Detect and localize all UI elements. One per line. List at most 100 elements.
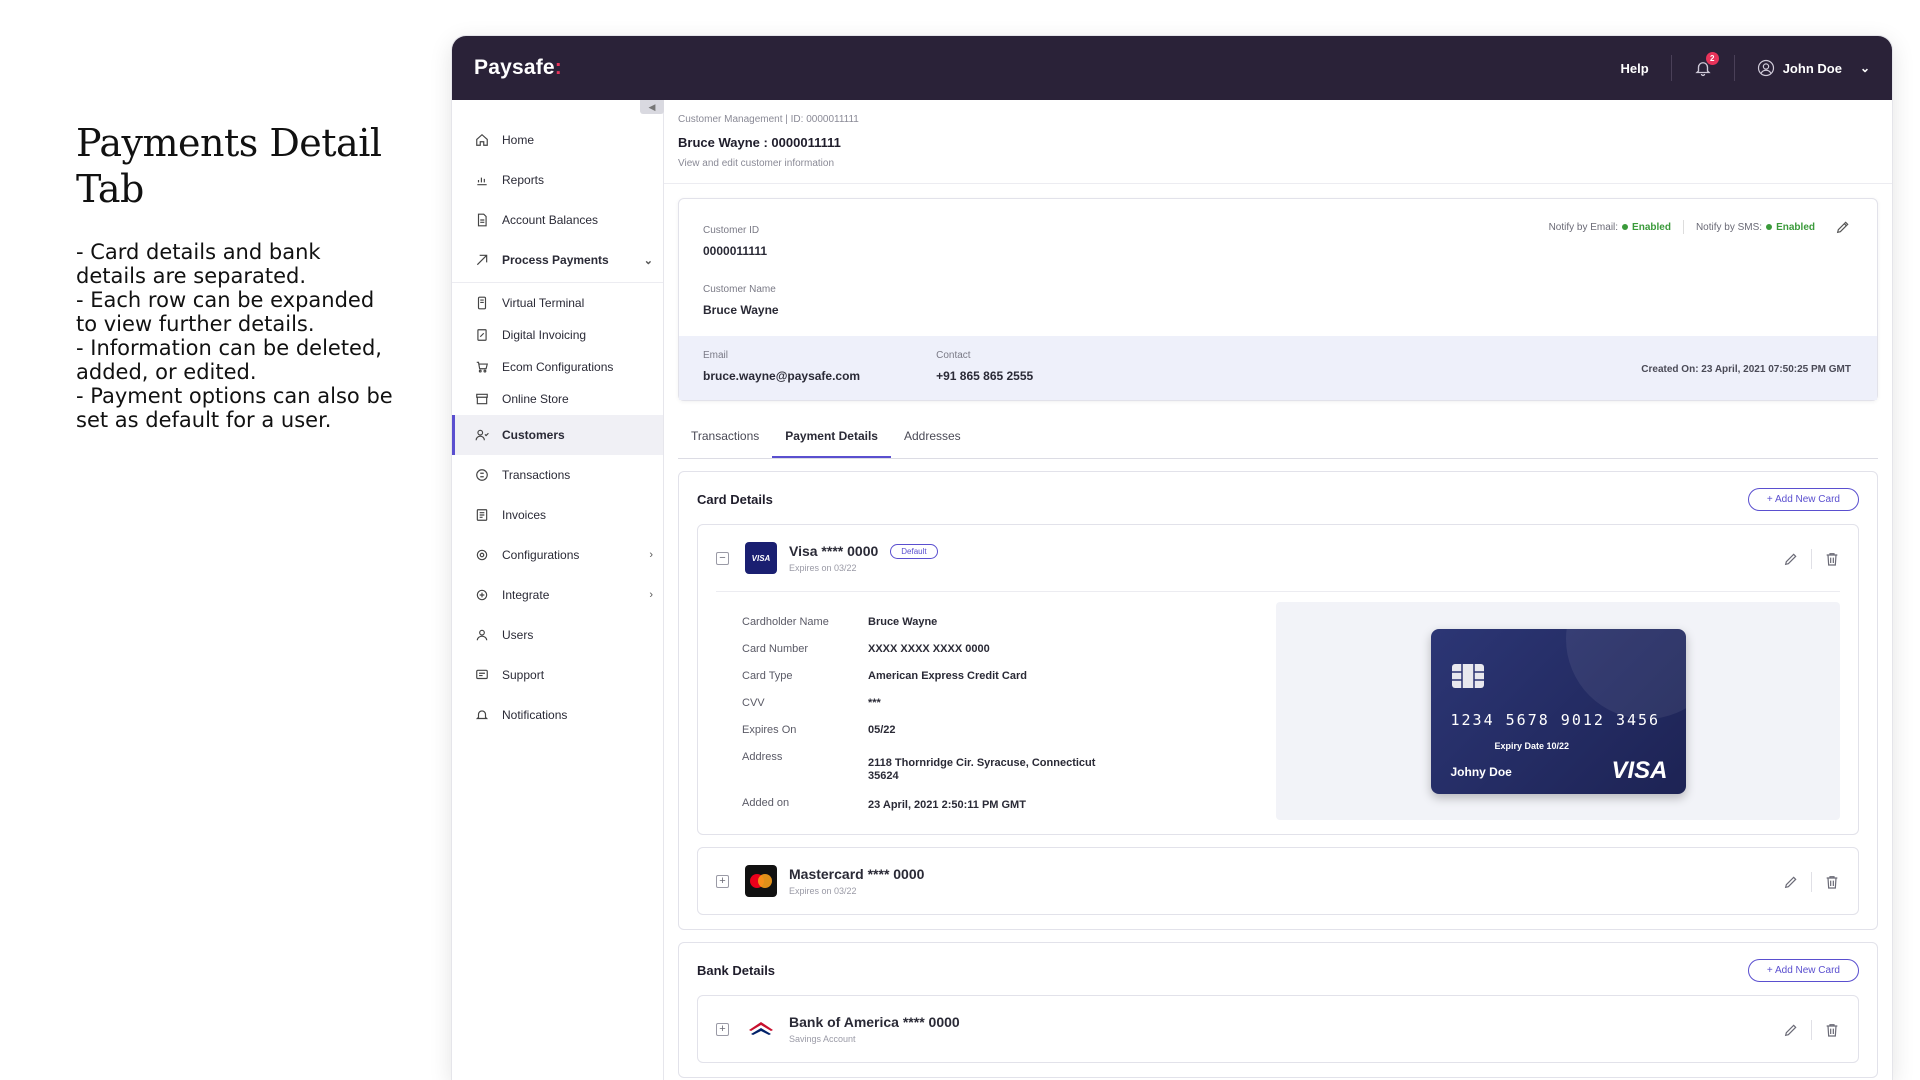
sidebar-item-account-balances[interactable]: Account Balances [452,200,663,240]
default-badge[interactable]: Default [890,543,938,559]
customer-name-label: Customer Name [703,284,776,295]
bell-icon [474,707,490,723]
sidebar-item-users[interactable]: Users [452,615,663,655]
collapse-row-toggle[interactable]: − [716,551,729,565]
add-new-bank-button[interactable]: + Add New Card [1747,958,1859,982]
card-expiry: Expires on 03/22 [789,886,857,896]
mastercard-logo-icon [745,865,777,897]
contact-value: +91 865 865 2555 [936,369,1034,383]
help-link[interactable]: Help [1599,61,1671,76]
sidebar-item-configurations[interactable]: Configurations › [452,535,663,575]
sidebar-item-digital-invoicing[interactable]: Digital Invoicing [452,319,663,351]
credit-card-image: 1234 5678 9012 3456 Expiry Date 10/22 Jo… [1430,628,1686,794]
sidebar-item-home[interactable]: Home [452,120,663,160]
gear-icon [474,547,490,563]
annotation-title: Payments Detail Tab [76,121,382,211]
sidebar-item-invoices[interactable]: Invoices [452,495,663,535]
document-icon [474,212,490,228]
page-subtitle: View and edit customer information [678,158,835,169]
sidebar: ◀ Home Reports Account Balances Process … [452,100,664,1080]
users-icon [474,627,490,643]
annotation-body: - Card details and bank details are sepa… [76,240,396,432]
edit-icon[interactable] [1783,874,1799,890]
bank-name: Bank of America **** 0000 [789,1014,960,1030]
customer-info-card: Customer ID 0000011111 Customer Name Bru… [678,198,1878,401]
sidebar-item-notifications[interactable]: Notifications [452,695,663,735]
customer-name-value: Bruce Wayne [703,303,779,317]
annotation-line: - Payment options can also be set as def… [76,384,393,432]
main-content: Customer Management | ID: 0000011111 Bru… [664,100,1892,1080]
bank-of-america-logo-icon [745,1013,777,1045]
add-new-card-button[interactable]: + Add New Card [1747,487,1859,511]
sidebar-collapse-button[interactable]: ◀ [640,100,664,114]
annotation-line: - Each row can be expanded to view furth… [76,288,375,336]
integrate-icon [474,587,490,603]
delete-icon[interactable] [1824,1022,1840,1038]
card-holder-name: Johny Doe [1450,764,1512,779]
sidebar-item-online-store[interactable]: Online Store [452,383,663,415]
card-chip-icon [1451,663,1484,688]
status-dot [1766,223,1773,230]
created-on: Created On: 23 April, 2021 07:50:25 PM G… [1641,364,1851,375]
user-name: John Doe [1782,60,1842,76]
payment-icon [474,252,490,268]
chevron-down-icon: ⌄ [643,254,653,267]
email-label: Email [703,350,729,361]
sidebar-item-process-payments[interactable]: Process Payments ⌄ [452,240,663,280]
bank-account-type: Savings Account [789,1034,856,1044]
card-details-expanded: Cardholder Name Bruce Wayne Card Number XX… [716,591,1840,834]
expand-row-toggle[interactable]: + [716,1022,729,1036]
tab-payment-details[interactable]: Payment Details [772,423,891,458]
customer-id-value: 0000011111 [703,244,768,258]
notifications-button[interactable]: 2 [1672,52,1734,77]
sidebar-item-integrate[interactable]: Integrate › [452,575,663,615]
chevron-right-icon: › [649,549,653,561]
home-icon [474,132,490,148]
sidebar-item-support[interactable]: Support [452,655,663,695]
chevron-right-icon: › [649,589,653,601]
notification-settings: Notify by Email: Enabled Notify by SMS: … [1549,219,1851,235]
top-bar: Paysafe: Help 2 John Doe ⌄ [452,36,1892,100]
invoices-icon [474,507,490,523]
card-row-visa: − VISA Visa **** 0000 Default Expires on… [697,524,1859,835]
tab-transactions[interactable]: Transactions [678,423,772,458]
annotation-line: - Information can be deleted, added, or … [76,336,382,384]
notify-sms-status: Enabled [1776,221,1815,233]
customers-icon [474,427,490,443]
paysafe-logo[interactable]: Paysafe: [474,56,562,80]
annotation-line: - Card details and bank details are sepa… [76,240,321,288]
support-icon [474,667,490,683]
app-window: Paysafe: Help 2 John Doe ⌄ ◀ Home Report… [452,36,1892,1080]
sidebar-item-ecom-configurations[interactable]: Ecom Configurations [452,351,663,383]
sidebar-item-transactions[interactable]: Transactions [452,455,663,495]
edit-icon[interactable] [1783,551,1799,567]
cart-icon [474,359,490,375]
card-name: Mastercard **** 0000 [789,866,925,882]
expand-row-toggle[interactable]: + [716,874,729,888]
user-menu[interactable]: John Doe ⌄ [1735,59,1870,77]
edit-customer-icon[interactable] [1835,219,1851,235]
bank-row: + Bank of America **** 0000 Savings Acco… [697,995,1859,1063]
card-expiry: Expires on 03/22 [789,563,857,573]
edit-icon[interactable] [1783,1022,1799,1038]
user-icon [1757,59,1774,77]
contact-label: Contact [936,350,971,361]
sidebar-item-virtual-terminal[interactable]: Virtual Terminal [452,287,663,319]
terminal-icon [474,295,490,311]
card-details-section: Card Details + Add New Card − VISA Visa … [678,471,1878,930]
sidebar-item-reports[interactable]: Reports [452,160,663,200]
visa-logo-icon: VISA [745,542,777,574]
visa-logo: VISA [1611,756,1668,784]
breadcrumb: Customer Management | ID: 0000011111 [678,114,859,125]
delete-icon[interactable] [1824,874,1840,890]
card-name: Visa **** 0000 [789,543,879,559]
card-preview-panel: 1234 5678 9012 3456 Expiry Date 10/22 Jo… [1276,602,1840,820]
store-icon [474,391,490,407]
card-row-mastercard: + Mastercard **** 0000 Expires on 03/22 [697,847,1859,915]
tab-addresses[interactable]: Addresses [891,423,974,458]
sidebar-item-customers[interactable]: Customers [452,415,663,455]
detail-tabs: Transactions Payment Details Addresses [678,423,1878,459]
card-number: 1234 5678 9012 3456 [1450,710,1661,729]
page-title: Bruce Wayne : 0000011111 [678,135,841,150]
delete-icon[interactable] [1824,551,1840,567]
